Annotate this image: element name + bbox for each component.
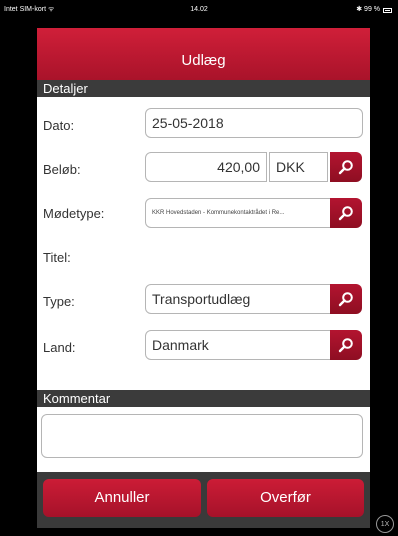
title-bar: Udlæg — [37, 28, 370, 80]
currency-field[interactable]: DKK — [269, 152, 328, 182]
search-icon — [338, 292, 353, 307]
battery-icon — [383, 7, 392, 13]
comment-textarea[interactable] — [41, 414, 363, 458]
meeting-type-label: Mødetype: — [43, 206, 105, 221]
footer-bar: Annuller Overfør — [37, 472, 370, 528]
type-label: Type: — [43, 294, 75, 309]
battery-text: ✱ 99 % — [356, 6, 380, 13]
page-title: Udlæg — [181, 52, 226, 69]
amount-label: Beløb: — [43, 162, 81, 177]
search-icon — [338, 206, 353, 221]
clock-text: 14.02 — [190, 6, 208, 13]
type-field[interactable]: Transportudlæg — [145, 284, 332, 314]
country-field[interactable]: Danmark — [145, 330, 332, 360]
search-icon — [338, 338, 353, 353]
country-lookup-button[interactable] — [330, 330, 362, 360]
status-bar: Intet SIM-kort ᯤ 14.02 ✱ 99 % — [0, 0, 398, 20]
title-label: Titel: — [43, 250, 71, 265]
type-lookup-button[interactable] — [330, 284, 362, 314]
app-screen: Udlæg Detaljer Dato: 25-05-2018 Beløb: 4… — [37, 28, 370, 528]
zoom-badge[interactable]: 1X — [376, 515, 394, 533]
currency-lookup-button[interactable] — [330, 152, 362, 182]
battery-indicator: ✱ 99 % — [356, 0, 392, 20]
meeting-type-lookup-button[interactable] — [330, 198, 362, 228]
date-field[interactable]: 25-05-2018 — [145, 108, 363, 138]
section-header-details: Detaljer — [37, 80, 370, 97]
date-label: Dato: — [43, 118, 75, 133]
meeting-type-field[interactable]: KKR Hovedstaden - Kommunekontaktrådet i … — [145, 198, 332, 228]
amount-field[interactable]: 420,00 — [145, 152, 267, 182]
cancel-button[interactable]: Annuller — [43, 479, 201, 517]
country-label: Land: — [43, 340, 76, 355]
section-header-comment: Kommentar — [37, 390, 370, 407]
search-icon — [338, 160, 353, 175]
transfer-button[interactable]: Overfør — [207, 479, 364, 517]
